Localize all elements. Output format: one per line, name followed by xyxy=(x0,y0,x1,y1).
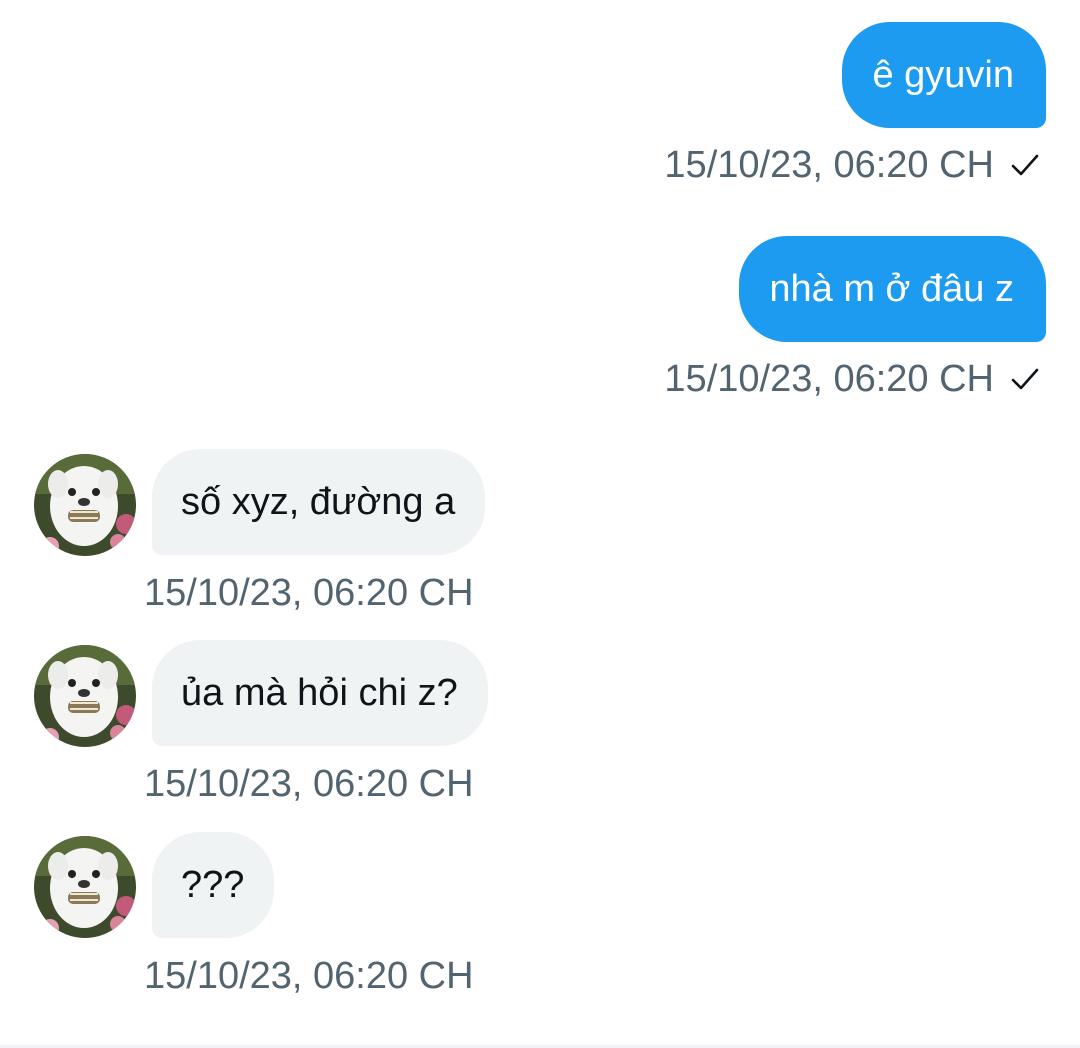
dog-avatar[interactable] xyxy=(34,454,136,556)
message-bubble-outgoing[interactable]: ê gyuvin xyxy=(842,22,1046,128)
message-bubble-outgoing[interactable]: nhà m ở đâu z xyxy=(739,236,1046,342)
message-text: nhà m ở đâu z xyxy=(769,267,1014,310)
message-bubble-incoming[interactable]: ủa mà hỏi chi z? xyxy=(152,640,488,746)
conversation-thread: ê gyuvin 15/10/23, 06:20 CH nhà m ở đâu … xyxy=(0,0,1080,1048)
dog-avatar[interactable] xyxy=(34,836,136,938)
message-text: ê gyuvin xyxy=(872,53,1014,96)
message-timestamp: 15/10/23, 06:20 CH xyxy=(144,572,474,614)
dog-avatar[interactable] xyxy=(34,645,136,747)
message-timestamp: 15/10/23, 06:20 CH xyxy=(144,955,474,997)
message-meta: 15/10/23, 06:20 CH xyxy=(664,146,1042,184)
message-text: ??? xyxy=(181,863,245,906)
check-icon xyxy=(1008,362,1042,396)
message-text: ủa mà hỏi chi z? xyxy=(181,671,458,714)
message-bubble-incoming[interactable]: ??? xyxy=(152,832,275,938)
message-meta: 15/10/23, 06:20 CH xyxy=(664,360,1042,398)
message-timestamp: 15/10/23, 06:20 CH xyxy=(664,144,994,186)
message-timestamp: 15/10/23, 06:20 CH xyxy=(144,763,474,805)
message-bubble-incoming[interactable]: số xyz, đường a xyxy=(152,449,486,555)
message-text: số xyz, đường a xyxy=(181,480,456,523)
check-icon xyxy=(1008,148,1042,182)
message-timestamp: 15/10/23, 06:20 CH xyxy=(664,358,994,400)
